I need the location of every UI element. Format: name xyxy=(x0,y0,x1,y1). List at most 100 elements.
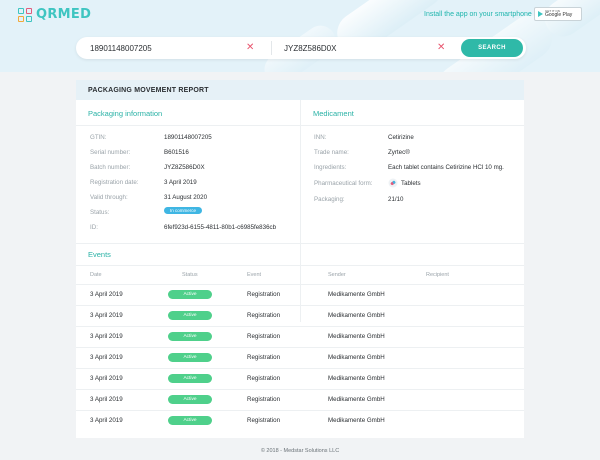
logo[interactable]: QRMED xyxy=(18,7,91,22)
packaging-value: 6fef923d-6155-4811-80b1-c6985fe836cb xyxy=(164,223,277,231)
status-badge: Active xyxy=(168,353,212,362)
event-type: Registration xyxy=(247,333,281,340)
gtin-search-input[interactable]: 18901148007205 xyxy=(90,37,152,59)
medicament-label: Packaging: xyxy=(314,195,345,203)
footer-copyright: © 2018 - Medstar Solutions LLC xyxy=(260,448,340,454)
section-divider xyxy=(76,243,524,244)
packaging-label: Batch number: xyxy=(90,163,131,171)
header: QRMED Install the app on your smartphone… xyxy=(0,0,600,72)
close-icon[interactable]: ✕ xyxy=(246,42,254,54)
close-icon[interactable]: ✕ xyxy=(437,42,445,54)
packaging-row: Serial number: B601516 xyxy=(76,147,300,157)
packaging-row: Valid through: 31 August 2020 xyxy=(76,192,300,202)
medicament-label: Trade name: xyxy=(314,148,349,156)
event-sender: Medikamente GmbH xyxy=(328,354,385,361)
status-badge: In commerce xyxy=(164,207,203,214)
event-type: Registration xyxy=(247,354,281,361)
col-head-event: Event xyxy=(247,272,262,278)
packaging-label: Valid through: xyxy=(90,193,128,201)
col-head-sender: Sender xyxy=(328,272,346,278)
medicament-label: INN: xyxy=(314,133,327,141)
search-button[interactable]: SEARCH xyxy=(461,39,523,57)
packaging-label: Serial number: xyxy=(90,148,131,156)
brand-name: QRMED xyxy=(36,7,92,22)
event-date: 3 April 2019 xyxy=(90,417,123,424)
medicament-value: Each tablet contains Cetirizine HCl 10 m… xyxy=(388,163,504,171)
section-divider xyxy=(76,265,524,266)
medicament-label: Pharmaceutical form: xyxy=(314,179,373,187)
status-badge: Active xyxy=(168,416,212,425)
install-app-text: Install the app on your smartphone xyxy=(424,11,532,18)
packaging-label: GTIN: xyxy=(90,133,107,141)
packaging-label: Registration date: xyxy=(90,178,139,186)
table-row: 3 April 2019 Active Registration Medikament… xyxy=(76,326,524,347)
packaging-row: Batch number: JYZ8Z586D0X xyxy=(76,162,300,172)
event-type: Registration xyxy=(247,417,281,424)
google-play-badge[interactable]: GET IT ON Google Play xyxy=(534,7,582,21)
event-date: 3 April 2019 xyxy=(90,396,123,403)
google-play-icon xyxy=(538,11,543,17)
event-sender: Medikamente GmbH xyxy=(328,291,385,298)
status-badge: Active xyxy=(168,332,212,341)
event-type: Registration xyxy=(247,312,281,319)
medicament-row: Packaging: 21/10 xyxy=(300,194,524,204)
packaging-row: Status: In commerce xyxy=(76,207,300,217)
table-row: 3 April 2019 Active Registration Medikament… xyxy=(76,410,524,431)
events-title: Events xyxy=(88,250,111,259)
packaging-value: JYZ8Z586D0X xyxy=(164,163,205,171)
event-date: 3 April 2019 xyxy=(90,312,123,319)
event-sender: Medikamente GmbH xyxy=(328,333,385,340)
event-sender: Medikamente GmbH xyxy=(328,417,385,424)
col-head-status: Status xyxy=(182,272,198,278)
event-sender: Medikamente GmbH xyxy=(328,396,385,403)
packaging-value: B601516 xyxy=(164,148,189,156)
table-row: 3 April 2019 Active Registration Medikament… xyxy=(76,368,524,389)
packaging-value: 31 August 2020 xyxy=(164,193,208,201)
status-badge: Active xyxy=(168,311,212,320)
medicament-row: Pharmaceutical form: Tablets xyxy=(300,178,524,188)
table-row: 3 April 2019 Active Registration Medikament… xyxy=(76,347,524,368)
event-date: 3 April 2019 xyxy=(90,291,123,298)
packaging-value: 18901148007205 xyxy=(164,133,212,141)
medicament-label: Ingredients: xyxy=(314,163,347,171)
medicament-row: Ingredients: Each tablet contains Cetiriz… xyxy=(300,162,524,172)
search-divider xyxy=(271,41,272,55)
col-head-recipient: Recipient xyxy=(426,272,449,278)
medicament-title: Medicament xyxy=(313,109,354,118)
batch-search-input[interactable]: JYZ8Z586D0X xyxy=(284,37,336,59)
report-title: PACKAGING MOVEMENT REPORT xyxy=(76,80,524,100)
event-type: Registration xyxy=(247,396,281,403)
event-type: Registration xyxy=(247,375,281,382)
store-badge-main: Google Play xyxy=(545,12,573,18)
report-card: PACKAGING MOVEMENT REPORT Packaging info… xyxy=(76,80,524,438)
medicament-row: INN: Cetirizine xyxy=(300,132,524,142)
status-badge: Active xyxy=(168,290,212,299)
table-row: 3 April 2019 Active Registration Medikament… xyxy=(76,284,524,305)
col-head-date: Date xyxy=(90,272,102,278)
event-type: Registration xyxy=(247,291,281,298)
status-badge: Active xyxy=(168,374,212,383)
packaging-row: ID: 6fef923d-6155-4811-80b1-c6985fe836cb xyxy=(76,222,300,232)
medicament-value: Zyrtec® xyxy=(388,148,410,156)
search-bar: 18901148007205 ✕ JYZ8Z586D0X ✕ SEARCH xyxy=(76,37,526,59)
table-row: 3 April 2019 Active Registration Medikament… xyxy=(76,305,524,326)
event-date: 3 April 2019 xyxy=(90,354,123,361)
packaging-row: Registration date: 3 April 2019 xyxy=(76,177,300,187)
packaging-row: GTIN: 18901148007205 xyxy=(76,132,300,142)
event-sender: Medikamente GmbH xyxy=(328,375,385,382)
tablet-icon xyxy=(388,178,398,188)
qr-logo-icon xyxy=(18,7,32,22)
event-sender: Medikamente GmbH xyxy=(328,312,385,319)
packaging-info-title: Packaging information xyxy=(88,109,163,118)
status-badge: Active xyxy=(168,395,212,404)
packaging-value: 3 April 2019 xyxy=(164,178,197,186)
event-date: 3 April 2019 xyxy=(90,375,123,382)
medicament-value: 21/10 xyxy=(388,195,404,203)
event-date: 3 April 2019 xyxy=(90,333,123,340)
medicament-row: Trade name: Zyrtec® xyxy=(300,147,524,157)
packaging-label: ID: xyxy=(90,223,98,231)
medicament-value: Cetirizine xyxy=(388,133,414,141)
packaging-label: Status: xyxy=(90,208,110,216)
table-row: 3 April 2019 Active Registration Medikament… xyxy=(76,389,524,410)
medicament-value: Tablets xyxy=(401,179,421,187)
